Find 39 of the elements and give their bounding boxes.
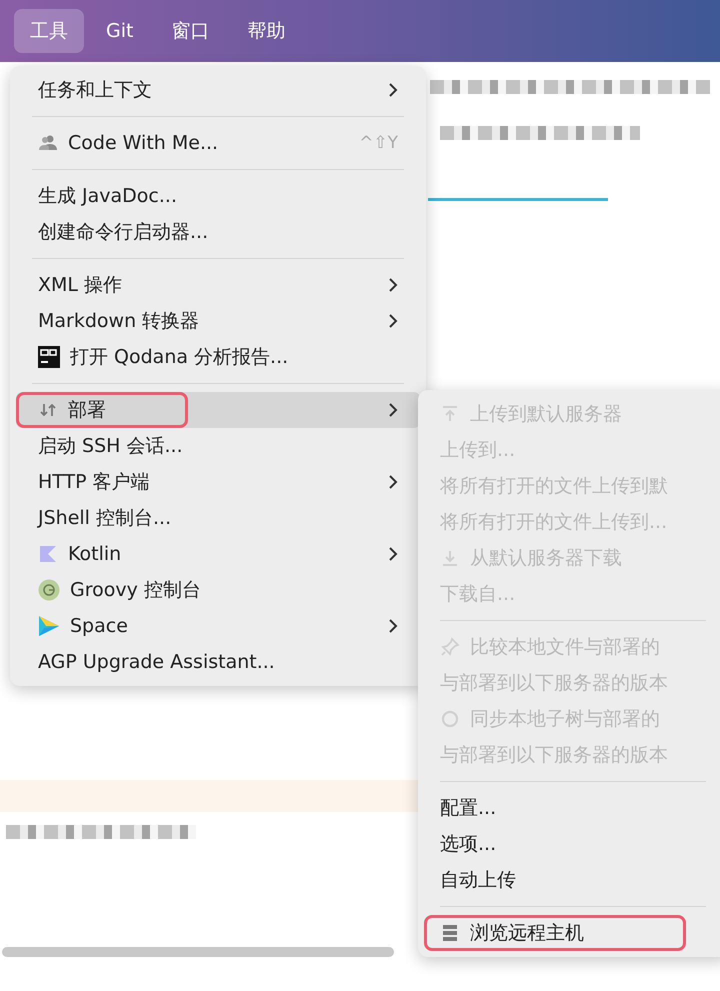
chevron-icon xyxy=(388,618,398,634)
menu-item[interactable]: 生成 JavaDoc... xyxy=(16,178,420,214)
menu-item[interactable]: 选项... xyxy=(424,826,720,862)
menu-item[interactable]: Groovy 控制台 xyxy=(16,572,420,608)
groovy-logo-icon xyxy=(38,579,60,601)
server-icon xyxy=(440,923,460,943)
menu-item[interactable]: 启动 SSH 会话... xyxy=(16,428,420,464)
menu-bar-item[interactable]: 窗口 xyxy=(155,9,226,53)
menu-item[interactable]: Space xyxy=(16,608,420,644)
menu-item[interactable]: Code With Me... ^⇧Y xyxy=(16,125,420,161)
chevron-icon xyxy=(388,474,398,490)
menu-item[interactable]: 配置... xyxy=(424,790,720,826)
sync-icon xyxy=(440,709,460,729)
menu-item[interactable]: 创建命令行启动器... xyxy=(16,214,420,250)
chevron-icon xyxy=(388,82,398,98)
space-logo-icon xyxy=(38,615,60,637)
menu-item[interactable]: Markdown 转换器 xyxy=(16,303,420,339)
upload-icon xyxy=(440,404,460,424)
qd-logo-icon xyxy=(38,346,60,368)
menu-item[interactable]: AGP Upgrade Assistant... xyxy=(16,644,420,680)
menu-item[interactable]: HTTP 客户端 xyxy=(16,464,420,500)
chevron-icon xyxy=(388,313,398,329)
menu-bar-item[interactable]: Git xyxy=(90,11,150,51)
menu-bar-item[interactable]: 帮助 xyxy=(231,9,302,53)
menu-item[interactable]: 打开 Qodana 分析报告... xyxy=(16,339,420,375)
menu-item[interactable]: 浏览远程主机 xyxy=(424,915,720,951)
download-icon xyxy=(440,548,460,568)
people-icon xyxy=(38,133,58,153)
menu-item[interactable]: JShell 控制台... xyxy=(16,500,420,536)
chevron-icon xyxy=(388,277,398,293)
menu-item[interactable]: 任务和上下文 xyxy=(16,72,420,108)
menu-item[interactable]: Kotlin xyxy=(16,536,420,572)
chevron-icon xyxy=(388,402,398,418)
chevron-icon xyxy=(388,546,398,562)
pin-icon xyxy=(440,637,460,657)
menu-item[interactable]: XML 操作 xyxy=(16,267,420,303)
menu-item[interactable]: 部署 xyxy=(16,392,420,428)
kotlin-logo-icon xyxy=(38,544,58,564)
menu-item[interactable]: 自动上传 xyxy=(424,862,720,898)
